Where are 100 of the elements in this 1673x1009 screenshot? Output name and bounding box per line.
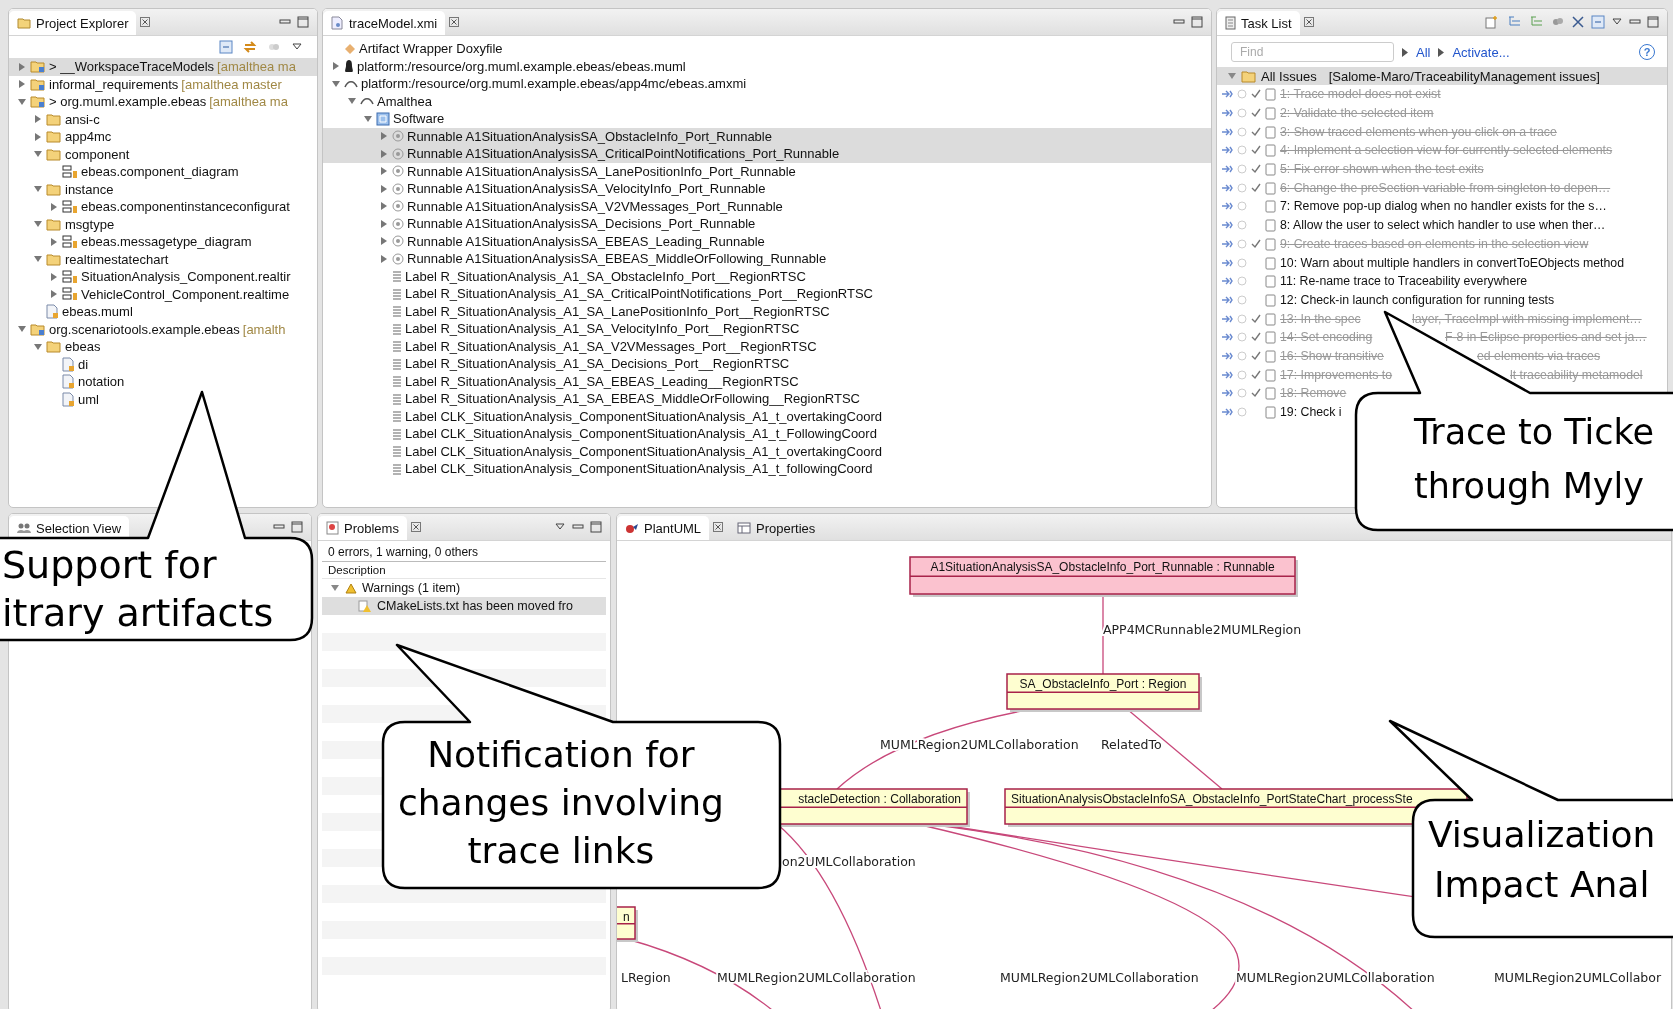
tree-item[interactable]: platform:/resource/org.muml.example.ebeas/app4mc/ebeas.amxmi: [323, 75, 1211, 93]
problem-group[interactable]: Warnings (1 item): [322, 579, 606, 597]
tree-item[interactable]: Label CLK_SituationAnalysis_ComponentSituationAnalysis_A1_t_followingCoord: [323, 460, 1211, 478]
maximize-icon[interactable]: [590, 521, 602, 533]
triangle-right-icon[interactable]: [379, 201, 389, 212]
triangle-right-icon[interactable]: [379, 218, 389, 229]
triangle-right-icon[interactable]: [33, 114, 43, 125]
tree-item[interactable]: notation: [9, 373, 317, 391]
triangle-right-icon[interactable]: [17, 79, 27, 90]
tree-item[interactable]: Runnable A1SituationAnalysisSA_EBEAS_MiddleOrFollowing_Runnable: [323, 250, 1211, 268]
task-title[interactable]: 11: Re-name trace to Traceability everywhere: [1280, 274, 1528, 289]
tree-item[interactable]: Label R_SituationAnalysis_A1_SA_VelocityInfo_Port__RegionRTSC: [323, 320, 1211, 338]
triangle-down-icon[interactable]: [17, 96, 27, 107]
find-field[interactable]: Find: [1231, 42, 1394, 62]
activate-link[interactable]: Activate...: [1452, 44, 1510, 60]
triangle-right-icon[interactable]: [49, 289, 59, 300]
tree-item[interactable]: Runnable A1SituationAnalysisSA_CriticalPointNotifications_Port_Runnable: [323, 145, 1211, 163]
tree-item[interactable]: org.scenariotools.example.ebeas [amalth: [9, 320, 317, 338]
tree-item[interactable]: Label CLK_SituationAnalysis_ComponentSituationAnalysis_A1_t_FollowingCoord: [323, 425, 1211, 443]
tree-item[interactable]: Runnable A1SituationAnalysisSA_EBEAS_Leading_Runnable: [323, 232, 1211, 250]
tree-item[interactable]: ebeas: [9, 338, 317, 356]
maximize-icon[interactable]: [1191, 16, 1203, 28]
cross-icon[interactable]: [1571, 15, 1585, 29]
tree-item[interactable]: Runnable A1SituationAnalysisSA_VelocityInfo_Port_Runnable: [323, 180, 1211, 198]
tree-item[interactable]: > org.muml.example.ebeas [amalthea ma: [9, 93, 317, 111]
triangle-right-icon[interactable]: [379, 148, 389, 159]
maximize-icon[interactable]: [1647, 16, 1659, 28]
close-icon[interactable]: [713, 522, 724, 532]
tree-item[interactable]: Label R_SituationAnalysis_A1_SA_CriticalPointNotifications_Port__RegionRTSC: [323, 285, 1211, 303]
problem-item[interactable]: CMakeLists.txt has been moved fro: [322, 597, 606, 615]
tree-item[interactable]: ebeas.componentinstanceconfigurat: [9, 198, 317, 216]
triangle-down-icon[interactable]: [1227, 71, 1237, 81]
tree-item[interactable]: Runnable A1SituationAnalysisSA_LanePositionInfo_Port_Runnable: [323, 162, 1211, 180]
tree-item[interactable]: Runnable A1SituationAnalysisSA_Decisions_Port_Runnable: [323, 215, 1211, 233]
dropdown-icon[interactable]: [291, 42, 303, 52]
tree-item[interactable]: Label R_SituationAnalysis_A1_SA_Decisions_Port__RegionRTSC: [323, 355, 1211, 373]
tree-item[interactable]: Label R_SituationAnalysis_A1_SA_EBEAS_MiddleOrFollowing__RegionRTSC: [323, 390, 1211, 408]
tree-item[interactable]: realtimestatechart: [9, 250, 317, 268]
tree-item[interactable]: Label R_SituationAnalysis_A1_SA_V2VMessages_Port__RegionRTSC: [323, 337, 1211, 355]
tree-item[interactable]: Label R_SituationAnalysis_A1_SA_EBEAS_Leading__RegionRTSC: [323, 372, 1211, 390]
maximize-icon[interactable]: [297, 16, 309, 28]
triangle-right-icon[interactable]: [33, 131, 43, 142]
view-tab[interactable]: PlantUML: [617, 516, 710, 540]
view-tab[interactable]: Problems: [318, 516, 407, 540]
tree-item[interactable]: Amalthea: [323, 92, 1211, 110]
editor-tab[interactable]: traceModel.xmi: [323, 11, 446, 35]
tree-item[interactable]: Artifact Wrapper Doxyfile: [323, 40, 1211, 58]
tree-item[interactable]: Label R_SituationAnalysis_A1_SA_ObstacleInfo_Port__RegionRTSC: [323, 267, 1211, 285]
triangle-right-icon[interactable]: [17, 61, 27, 72]
close-icon[interactable]: [140, 17, 151, 27]
close-icon[interactable]: [1303, 17, 1314, 27]
task-title[interactable]: 8: Allow the user to select which handler to use when ther…: [1280, 218, 1606, 233]
view-tab[interactable]: Task List: [1217, 11, 1300, 35]
view-tab[interactable]: Properties: [729, 516, 824, 540]
tree-item[interactable]: Label R_SituationAnalysis_A1_SA_LanePositionInfo_Port__RegionRTSC: [323, 302, 1211, 320]
tree-item[interactable]: ebeas.messagetype_diagram: [9, 233, 317, 251]
triangle-right-icon[interactable]: [49, 201, 59, 212]
close-icon[interactable]: [449, 17, 460, 27]
maximize-icon[interactable]: [291, 521, 303, 533]
tree-item[interactable]: VehicleControl_Component.realtime: [9, 285, 317, 303]
tree-item[interactable]: di: [9, 355, 317, 373]
tree-item[interactable]: uml: [9, 390, 317, 408]
link-arrows-icon[interactable]: [243, 40, 257, 54]
triangle-right-icon[interactable]: [379, 253, 389, 264]
tree-item[interactable]: instance: [9, 180, 317, 198]
task-title[interactable]: 10: Warn about multiple handlers in convertToEObjects method: [1280, 255, 1625, 270]
triangle-down-icon[interactable]: [331, 78, 341, 89]
tree-item[interactable]: msgtype: [9, 215, 317, 233]
task-title[interactable]: 19: Check i: [1280, 405, 1342, 420]
tree-item[interactable]: component: [9, 145, 317, 163]
triangle-down-icon[interactable]: [330, 583, 340, 593]
tree-item[interactable]: informal_requirements [amalthea master: [9, 75, 317, 93]
triangle-down-icon[interactable]: [363, 113, 373, 124]
tree-item[interactable]: ebeas.muml: [9, 303, 317, 321]
triangle-right-icon[interactable]: [49, 271, 59, 282]
triangle-down-icon[interactable]: [33, 341, 43, 352]
tree-item[interactable]: ebeas.component_diagram: [9, 163, 317, 181]
triangle-right-icon[interactable]: [379, 166, 389, 177]
task-title[interactable]: 12: Check-in launch configuration for running tests: [1280, 292, 1555, 307]
query-row[interactable]: All Issues [Salome-Maro/TraceabilityManagement issues]: [1217, 67, 1667, 85]
dropdown-icon[interactable]: [554, 522, 566, 532]
triangle-right-icon[interactable]: [379, 183, 389, 194]
tree-item[interactable]: Runnable A1SituationAnalysisSA_ObstacleInfo_Port_Runnable: [323, 127, 1211, 145]
triangle-right-icon[interactable]: [49, 236, 59, 247]
tree-item[interactable]: SituationAnalysis_Component.realtir: [9, 268, 317, 286]
tree-item[interactable]: Label CLK_SituationAnalysis_ComponentSituationAnalysis_A1_t_overtakingCoord: [323, 407, 1211, 425]
tree-item[interactable]: app4mc: [9, 128, 317, 146]
task-title[interactable]: 7: Remove pop-up dialog when no handler exists for the s…: [1280, 199, 1607, 214]
triangle-right-icon[interactable]: [379, 236, 389, 247]
close-icon[interactable]: [410, 522, 421, 532]
triangle-right-icon[interactable]: [379, 131, 389, 142]
column-header[interactable]: Description: [322, 562, 606, 579]
tree-item[interactable]: ansi-c: [9, 110, 317, 128]
dropdown-icon[interactable]: [1611, 17, 1623, 27]
triangle-right-icon[interactable]: [331, 61, 341, 72]
tree-item[interactable]: > __WorkspaceTraceModels [amalthea ma: [9, 58, 317, 76]
view-tab[interactable]: Project Explorer: [9, 11, 137, 35]
tree-item[interactable]: platform:/resource/org.muml.example.ebeas/ebeas.muml: [323, 57, 1211, 75]
view-tab[interactable]: Selection View: [9, 516, 130, 540]
tree-item[interactable]: Software: [323, 110, 1211, 128]
